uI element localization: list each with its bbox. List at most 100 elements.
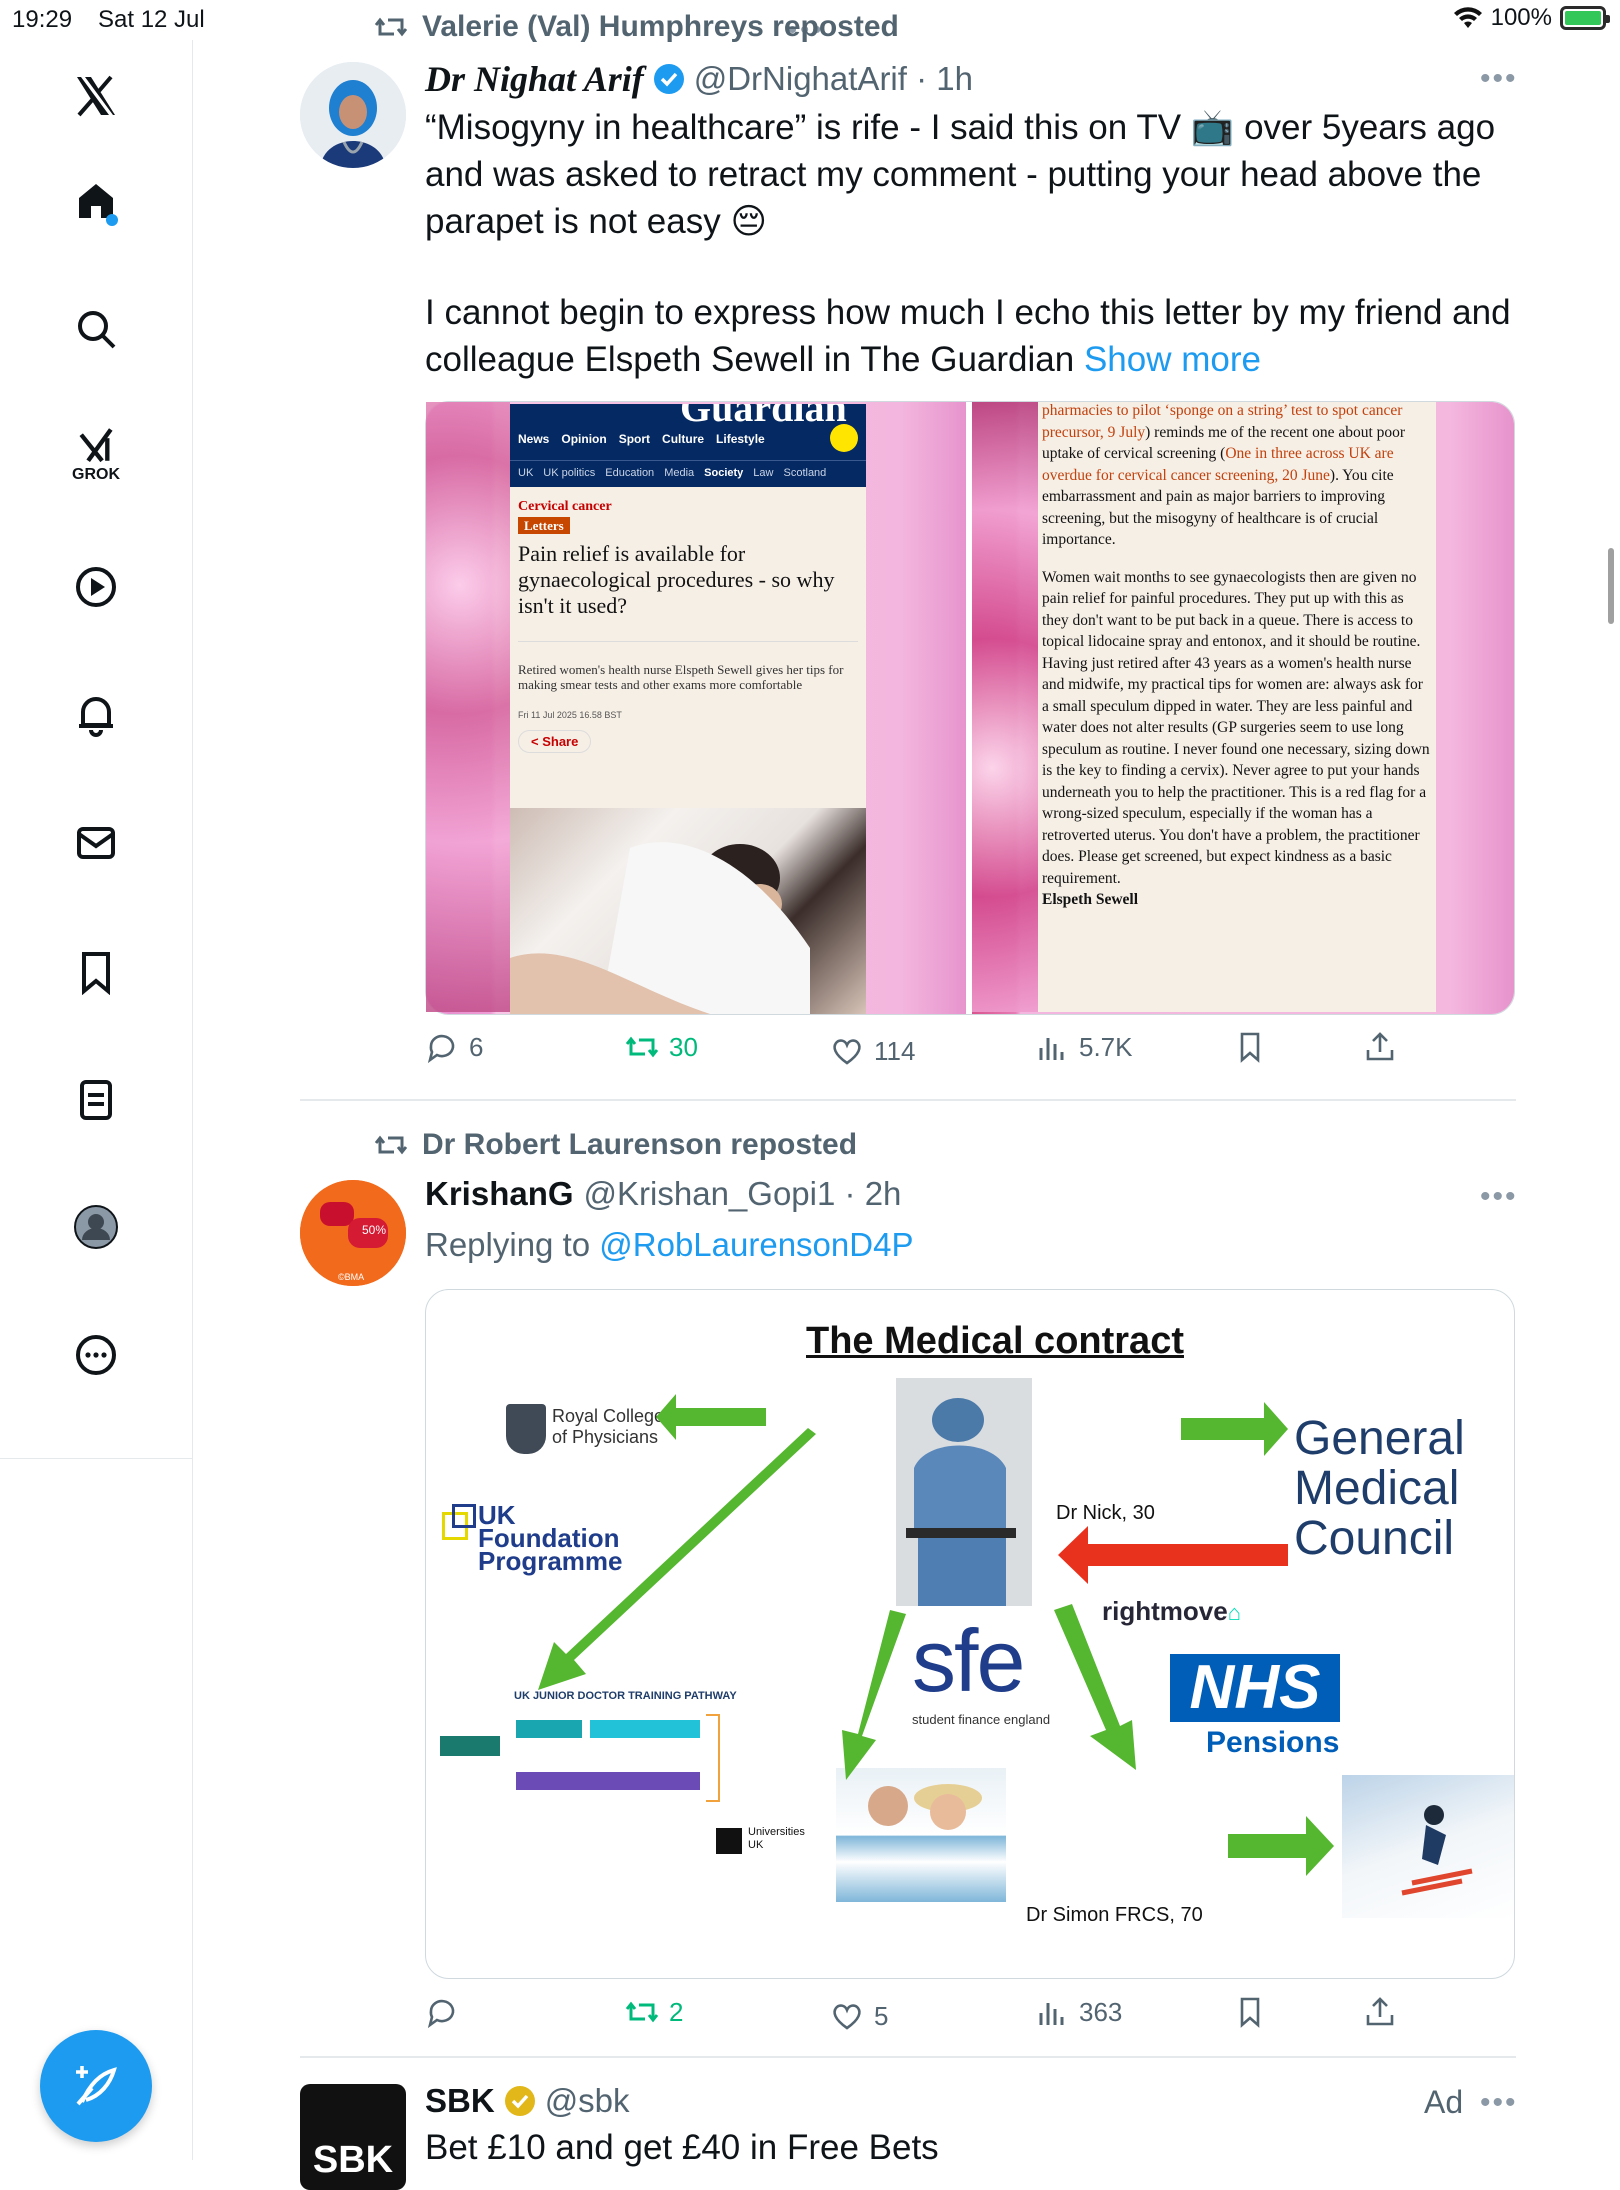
bookmarks-icon[interactable]: [66, 942, 126, 1002]
tweet-media-diagram[interactable]: The Medical contract Royal College of Ph…: [425, 1289, 1515, 1979]
reposted-by-text[interactable]: Dr Robert Laurenson reposted: [422, 1128, 857, 1162]
views-button[interactable]: 363: [1035, 1995, 1122, 2029]
article-kicker: Cervical cancer: [518, 499, 612, 514]
letter-text-card: pharmacies to pilot ‘sponge on a string’…: [1038, 402, 1436, 1012]
repost-icon: [374, 17, 408, 37]
repost-icon: [625, 2001, 659, 2023]
reply-icon: [427, 1034, 455, 1064]
tweet-body: “Misogyny in healthcare” is rife - I sai…: [425, 104, 1515, 383]
bookmark-icon: [1240, 1032, 1260, 1063]
user-handle[interactable]: @sbk: [545, 2082, 630, 2120]
reply-count: 6: [469, 1031, 484, 1062]
bookmark-icon: [1240, 1997, 1260, 2028]
replying-to-handle[interactable]: @RobLaurensonD4P: [599, 1226, 913, 1263]
sbk-avatar-text: SBK: [312, 2139, 394, 2181]
status-date: Sat 12 Jul: [98, 6, 205, 33]
bookmark-button[interactable]: [1233, 1030, 1267, 1064]
guardian-article-card: Guardian News Opinion Sport Culture Life…: [510, 404, 866, 1014]
tweet-more-menu[interactable]: •••: [1480, 62, 1518, 96]
reposted-by-text[interactable]: Valerie (Val) Humphreys reposted: [422, 10, 899, 44]
grok-icon[interactable]: GROK: [66, 425, 126, 485]
avatar[interactable]: [300, 62, 406, 168]
tweet-paragraph-1: “Misogyny in healthcare” is rife - I sai…: [425, 108, 1496, 241]
image-flower-left: [426, 402, 510, 1012]
article-share-label: Share: [542, 734, 579, 749]
letter-paragraph-1: pharmacies to pilot ‘sponge on a string’…: [1042, 402, 1432, 551]
notifications-bell-icon[interactable]: [66, 685, 126, 745]
views-chart-icon: [1039, 1038, 1064, 1060]
share-upload-icon: [1366, 1032, 1394, 1061]
grok-label: GROK: [72, 466, 120, 483]
battery-percent: 100%: [1490, 4, 1552, 31]
like-count: 5: [874, 2000, 889, 2031]
article-dateline: Fri 11 Jul 2025 16.58 BST: [518, 710, 622, 720]
guardian-nav-sport: Sport: [618, 432, 651, 446]
article-photo: [510, 808, 866, 1014]
share-button[interactable]: [1363, 1030, 1397, 1064]
guardian-subnav-item: Media: [664, 467, 695, 479]
messages-envelope-icon[interactable]: [66, 813, 126, 873]
tweet-time[interactable]: 2h: [865, 1175, 902, 1213]
user-handle[interactable]: @Krishan_Gopi1: [584, 1175, 836, 1213]
tweet-time[interactable]: 1h: [936, 60, 973, 98]
home-notification-dot: [106, 214, 118, 226]
avatar[interactable]: SBK: [300, 2084, 406, 2190]
ad-label: Ad: [1424, 2084, 1464, 2120]
views-count: 5.7K: [1079, 1031, 1133, 1062]
guardian-masthead: Guardian: [680, 404, 847, 430]
tweet-divider: [300, 1099, 1516, 1101]
time-separator: ·: [835, 1175, 865, 1212]
guardian-nav-opinion: Opinion: [561, 432, 607, 446]
verified-gold-badge-icon: [504, 2086, 535, 2116]
bookmark-button[interactable]: [1233, 1995, 1267, 2029]
repost-button[interactable]: 2: [625, 1995, 683, 2029]
like-button[interactable]: 114: [830, 1034, 915, 1068]
more-options-icon[interactable]: [66, 1325, 126, 1385]
user-handle[interactable]: @DrNighatArif: [694, 60, 907, 98]
replying-to-line: Replying to @RobLaurensonD4P: [425, 1226, 913, 1264]
repost-count: 2: [669, 1996, 684, 2027]
scrollbar-thumb[interactable]: [1608, 548, 1614, 624]
repost-icon: [374, 1135, 408, 1155]
views-chart-icon: [1039, 2003, 1064, 2025]
guardian-nav-news: News: [518, 432, 550, 446]
tweet-paragraph-2-text: I cannot begin to express how much I ech…: [425, 293, 1511, 379]
guardian-subnav: UK UK politics Education Media Society L…: [510, 460, 866, 487]
show-more-link[interactable]: Show more: [1084, 340, 1261, 379]
verified-badge-icon: [653, 64, 684, 94]
share-button[interactable]: [1363, 1995, 1397, 2029]
display-name[interactable]: Dr Nighat Arif: [425, 58, 644, 100]
repost-button[interactable]: 30: [625, 1030, 698, 1064]
like-button[interactable]: 5: [830, 1999, 888, 2033]
video-play-icon[interactable]: [66, 557, 126, 617]
compose-post-button[interactable]: [40, 2030, 152, 2142]
profile-avatar-icon[interactable]: [66, 1197, 126, 1257]
reply-button[interactable]: [425, 1995, 469, 2029]
lists-icon[interactable]: [66, 1070, 126, 1130]
repost-icon: [625, 1036, 659, 1058]
avatar-bma-text: ©BMA: [338, 1272, 364, 1282]
diagram-arrows: [538, 1394, 1334, 1876]
sidebar-divider: [0, 1458, 192, 1459]
avatar[interactable]: 50% ©BMA: [300, 1180, 406, 1286]
time-separator: ·: [906, 60, 937, 97]
guardian-subnav-item: Education: [605, 467, 655, 479]
wifi-icon: [1453, 7, 1482, 28]
tweet-more-menu[interactable]: •••: [1480, 2086, 1518, 2120]
search-icon[interactable]: [66, 299, 126, 359]
article-standfirst: Retired women's health nurse Elspeth Sew…: [518, 662, 844, 692]
reply-button[interactable]: 6: [425, 1030, 483, 1064]
views-count: 363: [1079, 1996, 1123, 2027]
replying-to-prefix: Replying to: [425, 1226, 600, 1263]
display-name[interactable]: KrishanG: [425, 1175, 574, 1213]
display-name[interactable]: SBK: [425, 2082, 495, 2120]
reply-icon: [427, 1999, 455, 2029]
views-button[interactable]: 5.7K: [1035, 1030, 1133, 1064]
tweet-paragraph-2: I cannot begin to express how much I ech…: [425, 289, 1515, 383]
article-headline: Pain relief is available for gynaecologi…: [518, 541, 835, 618]
tweet-more-menu[interactable]: •••: [1480, 1180, 1518, 1214]
guardian-subnav-item: Law: [753, 467, 774, 479]
guardian-nav-culture: Culture: [662, 432, 705, 446]
letter-signature: Elspeth Sewell: [1042, 891, 1139, 908]
x-logo-icon[interactable]: [66, 66, 126, 126]
